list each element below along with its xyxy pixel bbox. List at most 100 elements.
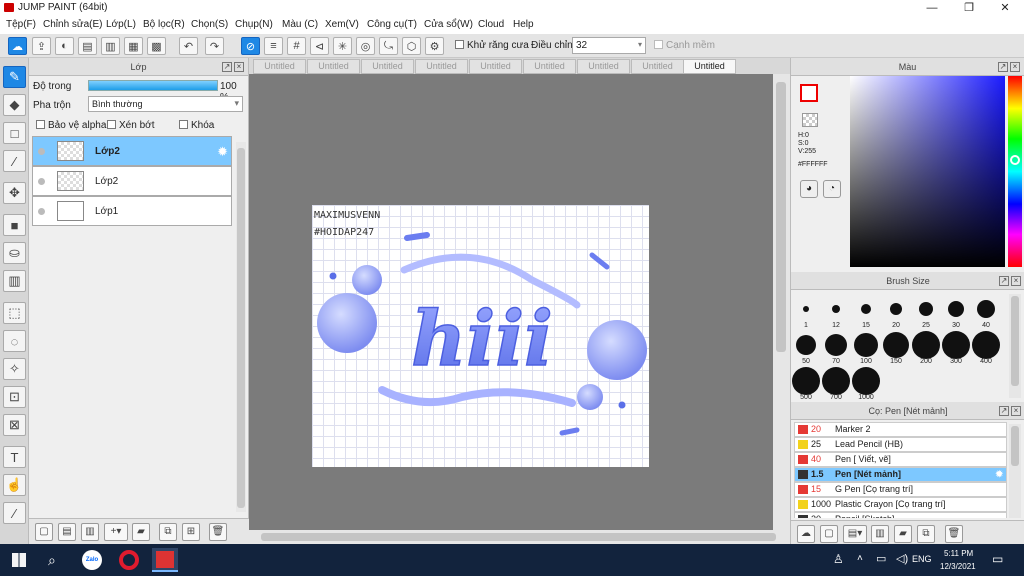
share-icon[interactable]: ⇪ (32, 37, 51, 55)
panel-close-icon[interactable]: × (1011, 276, 1021, 286)
brush-settings-icon[interactable]: ▥ (871, 525, 889, 543)
eyedropper-tool-icon[interactable]: ⁄ (3, 502, 26, 524)
gear-icon[interactable]: ✹ (995, 468, 1003, 481)
new-layer-icon[interactable]: ▢ (35, 523, 53, 541)
hue-slider[interactable] (1008, 76, 1022, 267)
new-layer-8bit-icon[interactable]: ▤ (58, 523, 76, 541)
clip-checkbox[interactable] (107, 120, 116, 129)
layer-row[interactable]: Lớp1 (32, 196, 232, 226)
comment-icon[interactable]: ▤ (78, 37, 97, 55)
brush-size-option[interactable] (883, 332, 909, 358)
tab-document[interactable]: Untitled (307, 59, 360, 74)
radial-ruler-icon[interactable]: ✳ (333, 37, 352, 55)
palette-icon[interactable]: ◕ (800, 180, 818, 198)
menu-view[interactable]: Xem(V) (325, 19, 359, 30)
menu-color[interactable]: Màu (C) (282, 19, 318, 30)
delete-brush-icon[interactable]: 🗑 (945, 525, 963, 543)
visibility-icon[interactable] (38, 148, 45, 155)
brush-size-option[interactable] (822, 367, 850, 395)
volume-icon[interactable]: ◁) (896, 552, 908, 565)
brush-size-option[interactable] (977, 300, 995, 318)
palette-edit-icon[interactable]: ◔ (823, 180, 841, 198)
brush-size-option[interactable] (832, 305, 840, 313)
brush-size-option[interactable] (919, 302, 933, 316)
lock-toggle[interactable]: Khóa (179, 120, 214, 131)
eraser-tool-icon[interactable]: ◆ (3, 94, 26, 116)
grid-layout-icon[interactable]: ▩ (147, 37, 166, 55)
select-eraser-tool-icon[interactable]: ⊠ (3, 414, 26, 436)
tab-document[interactable]: Untitled (631, 59, 684, 74)
menu-capture[interactable]: Chụp(N) (235, 19, 273, 30)
brush-size-option[interactable] (942, 331, 970, 359)
magic-wand-tool-icon[interactable]: ✧ (3, 358, 26, 380)
menu-filter[interactable]: Bộ lọc(R) (143, 19, 185, 30)
menu-tools[interactable]: Công cụ(T) (367, 19, 417, 30)
gear-icon[interactable]: ✹ (217, 144, 228, 160)
ruler-off-icon[interactable]: ⊘ (241, 37, 260, 55)
protect-alpha-toggle[interactable]: Bảo vệ alpha (36, 120, 106, 131)
adjust-select[interactable]: 32 ▾ (572, 37, 646, 54)
brush-tool-icon[interactable]: ⁄ (3, 150, 26, 172)
scroll-thumb[interactable] (776, 82, 786, 352)
layer-row[interactable]: Lớp2 ✹ (32, 136, 232, 166)
brush-size-option[interactable] (890, 303, 902, 315)
redo-icon[interactable]: ↷ (205, 37, 224, 55)
parallel-ruler-icon[interactable]: ≡ (264, 37, 283, 55)
scroll-thumb[interactable] (261, 533, 776, 541)
layer-scrollbar[interactable] (236, 142, 246, 512)
visibility-icon[interactable] (38, 178, 45, 185)
brush-size-option[interactable] (852, 367, 880, 395)
pen-list-scrollbar[interactable] (1009, 424, 1021, 518)
pen-list-item[interactable]: 15 G Pen [Cọ trang trí] (794, 482, 1007, 497)
close-button[interactable]: ✕ (988, 0, 1022, 16)
panel-close-icon[interactable]: × (234, 62, 244, 72)
undo-icon[interactable]: ↶ (179, 37, 198, 55)
delete-layer-icon[interactable]: 🗑 (209, 523, 227, 541)
layer-row[interactable]: Lớp2 (32, 166, 232, 196)
pen-list-item[interactable]: 1.5 Pen [Nét mảnh] ✹ (794, 467, 1007, 482)
new-layer-1bit-icon[interactable]: ▥ (81, 523, 99, 541)
perspective-ruler-icon[interactable]: ⊲ (310, 37, 329, 55)
brush-size-option[interactable] (861, 304, 871, 314)
opacity-slider[interactable] (88, 80, 218, 91)
tab-document[interactable]: Untitled (253, 59, 306, 74)
fill-rect-tool-icon[interactable]: ■ (3, 214, 26, 236)
search-icon[interactable]: ⌕ (48, 552, 56, 569)
tab-document[interactable]: Untitled (361, 59, 414, 74)
brush-size-option[interactable] (825, 334, 847, 356)
select-pen-tool-icon[interactable]: ⊡ (3, 386, 26, 408)
tab-document[interactable]: Untitled (523, 59, 576, 74)
panel-float-icon[interactable]: ↗ (998, 62, 1008, 72)
visibility-icon[interactable] (38, 208, 45, 215)
clock-date[interactable]: 12/3/2021 (940, 562, 976, 571)
jump-paint-taskbar-icon[interactable] (152, 548, 178, 572)
tab-document-active[interactable]: Untitled (683, 59, 736, 74)
panel-icon[interactable]: ▦ (124, 37, 143, 55)
pen-tool-icon[interactable]: ✎ (3, 66, 26, 88)
windows-start-icon[interactable] (12, 553, 26, 567)
color-picker-field[interactable] (850, 76, 1005, 267)
brush-size-option[interactable] (792, 367, 820, 395)
chevron-up-icon[interactable]: ˄ (857, 553, 863, 564)
language-indicator[interactable]: ENG (912, 554, 932, 564)
grid-ruler-icon[interactable]: # (287, 37, 306, 55)
hand-tool-icon[interactable]: ☝ (3, 474, 26, 496)
page-icon[interactable]: ▥ (101, 37, 120, 55)
cloud-sync-icon[interactable]: ☁ (8, 37, 27, 55)
rect-select-tool-icon[interactable]: ⬚ (3, 302, 26, 324)
merge-layer-icon[interactable]: ⊞ (182, 523, 200, 541)
speech-bubble-icon[interactable]: ◐ (55, 37, 74, 55)
hue-handle[interactable] (1010, 155, 1020, 165)
menu-cloud[interactable]: Cloud (478, 19, 504, 30)
bucket-tool-icon[interactable]: ⛀ (3, 242, 26, 264)
pen-list-item[interactable]: 40 Pen [ Viết, vẽ] (794, 452, 1007, 467)
scroll-thumb[interactable] (237, 148, 245, 508)
polygon-ruler-icon[interactable]: ⬡ (402, 37, 421, 55)
brush-size-scrollbar[interactable] (1009, 294, 1021, 398)
pen-list-item[interactable]: 1000 Plastic Crayon [Cọ trang trí] (794, 497, 1007, 512)
zalo-icon[interactable]: Zalo (82, 550, 102, 570)
antialias-checkbox[interactable] (455, 40, 464, 49)
antialias-toggle[interactable]: Khử răng cưa (455, 40, 529, 51)
brush-size-option[interactable] (948, 301, 964, 317)
pen-list-item[interactable]: 25 Lead Pencil (HB) (794, 437, 1007, 452)
